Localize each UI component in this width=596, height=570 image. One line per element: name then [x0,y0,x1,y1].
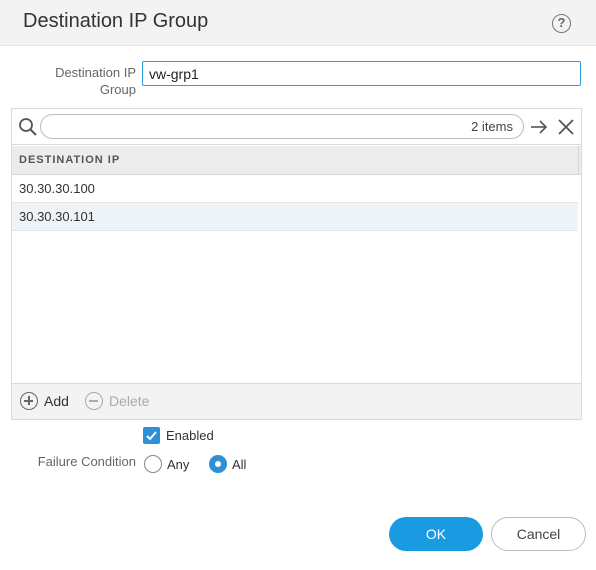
add-button[interactable]: Add [20,392,69,410]
cancel-button[interactable]: Cancel [491,517,586,551]
table-toolbar: Add Delete [12,383,581,419]
column-header-destination-ip[interactable]: DESTINATION IP [12,146,581,175]
destination-ip-group-label: Destination IP Group [55,65,136,97]
destination-ip-panel: 2 items DESTINATION IP 30.30.30.100 30.3… [11,108,582,420]
radio-any-label: Any [167,457,190,472]
close-icon[interactable] [556,117,576,137]
help-icon[interactable]: ? [552,14,571,33]
radio-all[interactable] [209,455,227,473]
enabled-checkbox[interactable] [143,427,160,444]
column-header-label: DESTINATION IP [19,154,121,166]
plus-circle-icon [20,392,38,410]
ok-button[interactable]: OK [389,517,483,551]
delete-label: Delete [109,393,150,409]
minus-circle-icon [85,392,103,410]
search-bar: 2 items [12,109,581,145]
column-header-edge [578,146,581,175]
arrow-right-icon[interactable] [529,117,549,137]
dialog-header: Destination IP Group ? [0,0,596,46]
radio-any[interactable] [144,455,162,473]
checkmark-icon [146,431,157,441]
search-input[interactable]: 2 items [40,114,524,139]
table-row[interactable]: 30.30.30.100 [12,175,578,203]
group-name-input[interactable] [142,61,581,86]
destination-ip-list: 30.30.30.100 30.30.30.101 [12,175,581,231]
items-count: 2 items [471,119,513,134]
radio-all-label: All [232,457,247,472]
failure-condition-label: Failure Condition [37,454,136,469]
table-row[interactable]: 30.30.30.101 [12,203,578,231]
enabled-label: Enabled [166,428,214,443]
delete-button[interactable]: Delete [85,392,149,410]
search-icon [19,118,37,136]
dialog-title: Destination IP Group [23,10,209,32]
add-label: Add [44,393,69,409]
